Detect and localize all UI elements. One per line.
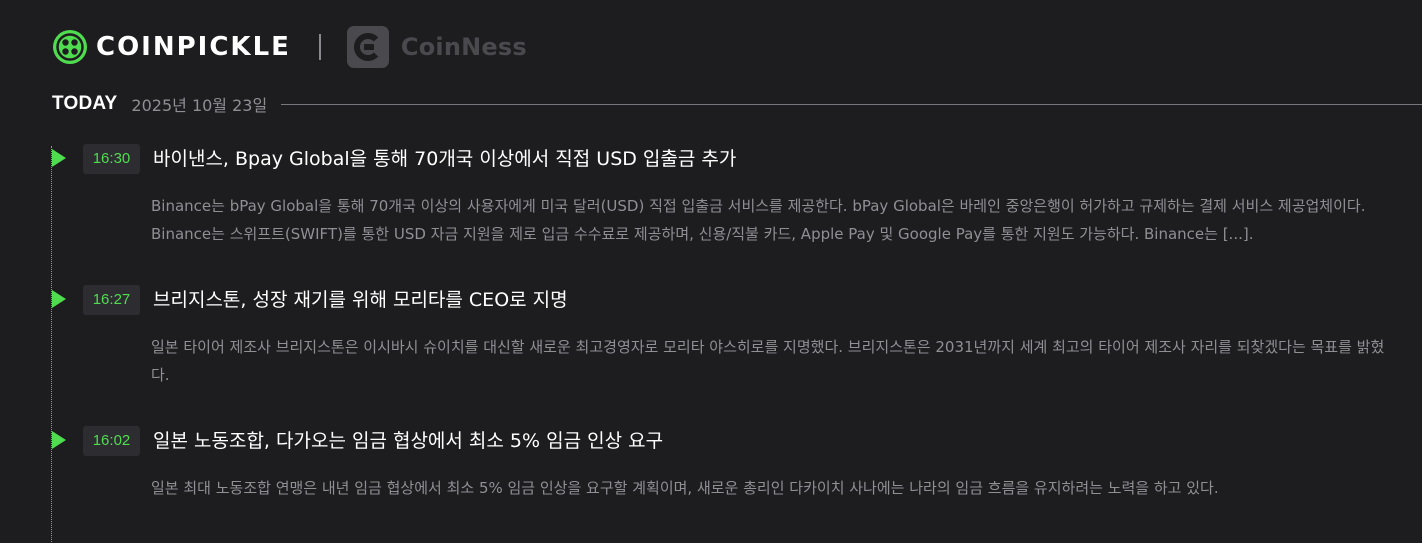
brand-bar: COINPICKLE CoinNess [52,24,527,70]
play-arrow-icon [52,431,66,449]
news-summary: 일본 타이어 제조사 브리지스톤은 이시바시 슈이치를 대신할 새로운 최고경영… [151,338,1385,384]
brand-divider [318,34,321,60]
coinpickle-wordmark: COINPICKLE [96,32,291,62]
news-page: COINPICKLE CoinNess TODAY 2025년 10월 23일 … [0,0,1422,543]
coinness-logo[interactable]: CoinNess [346,26,527,68]
news-headline[interactable]: 브리지스톤, 성장 재기를 위해 모리타를 CEO로 지명 [153,286,568,314]
time-badge: 16:27 [83,285,140,315]
time-badge: 16:30 [83,144,140,174]
today-header: TODAY 2025년 10월 23일 [52,92,1422,116]
today-divider [281,103,1422,105]
coinness-logo-icon [346,26,389,68]
timeline-line [51,146,52,543]
play-arrow-icon [52,149,66,167]
news-summary: Binance는 bPay Global을 통해 70개국 이상의 사용자에게 … [151,197,1366,243]
today-date: 2025년 10월 23일 [131,96,268,115]
today-label: TODAY [52,93,118,114]
news-headline[interactable]: 일본 노동조합, 다가오는 임금 협상에서 최소 5% 임금 인상 요구 [153,427,663,455]
news-summary: 일본 최대 노동조합 연맹은 내년 임금 협상에서 최소 5% 임금 인상을 요… [151,479,1219,497]
coinpickle-logo[interactable]: COINPICKLE [52,29,291,65]
news-headline[interactable]: 바이낸스, Bpay Global을 통해 70개국 이상에서 직접 USD 입… [153,145,736,173]
coinpickle-logo-icon [53,30,87,64]
play-arrow-icon [52,290,66,308]
coinness-wordmark: CoinNess [400,33,527,61]
time-badge: 16:02 [83,426,140,456]
